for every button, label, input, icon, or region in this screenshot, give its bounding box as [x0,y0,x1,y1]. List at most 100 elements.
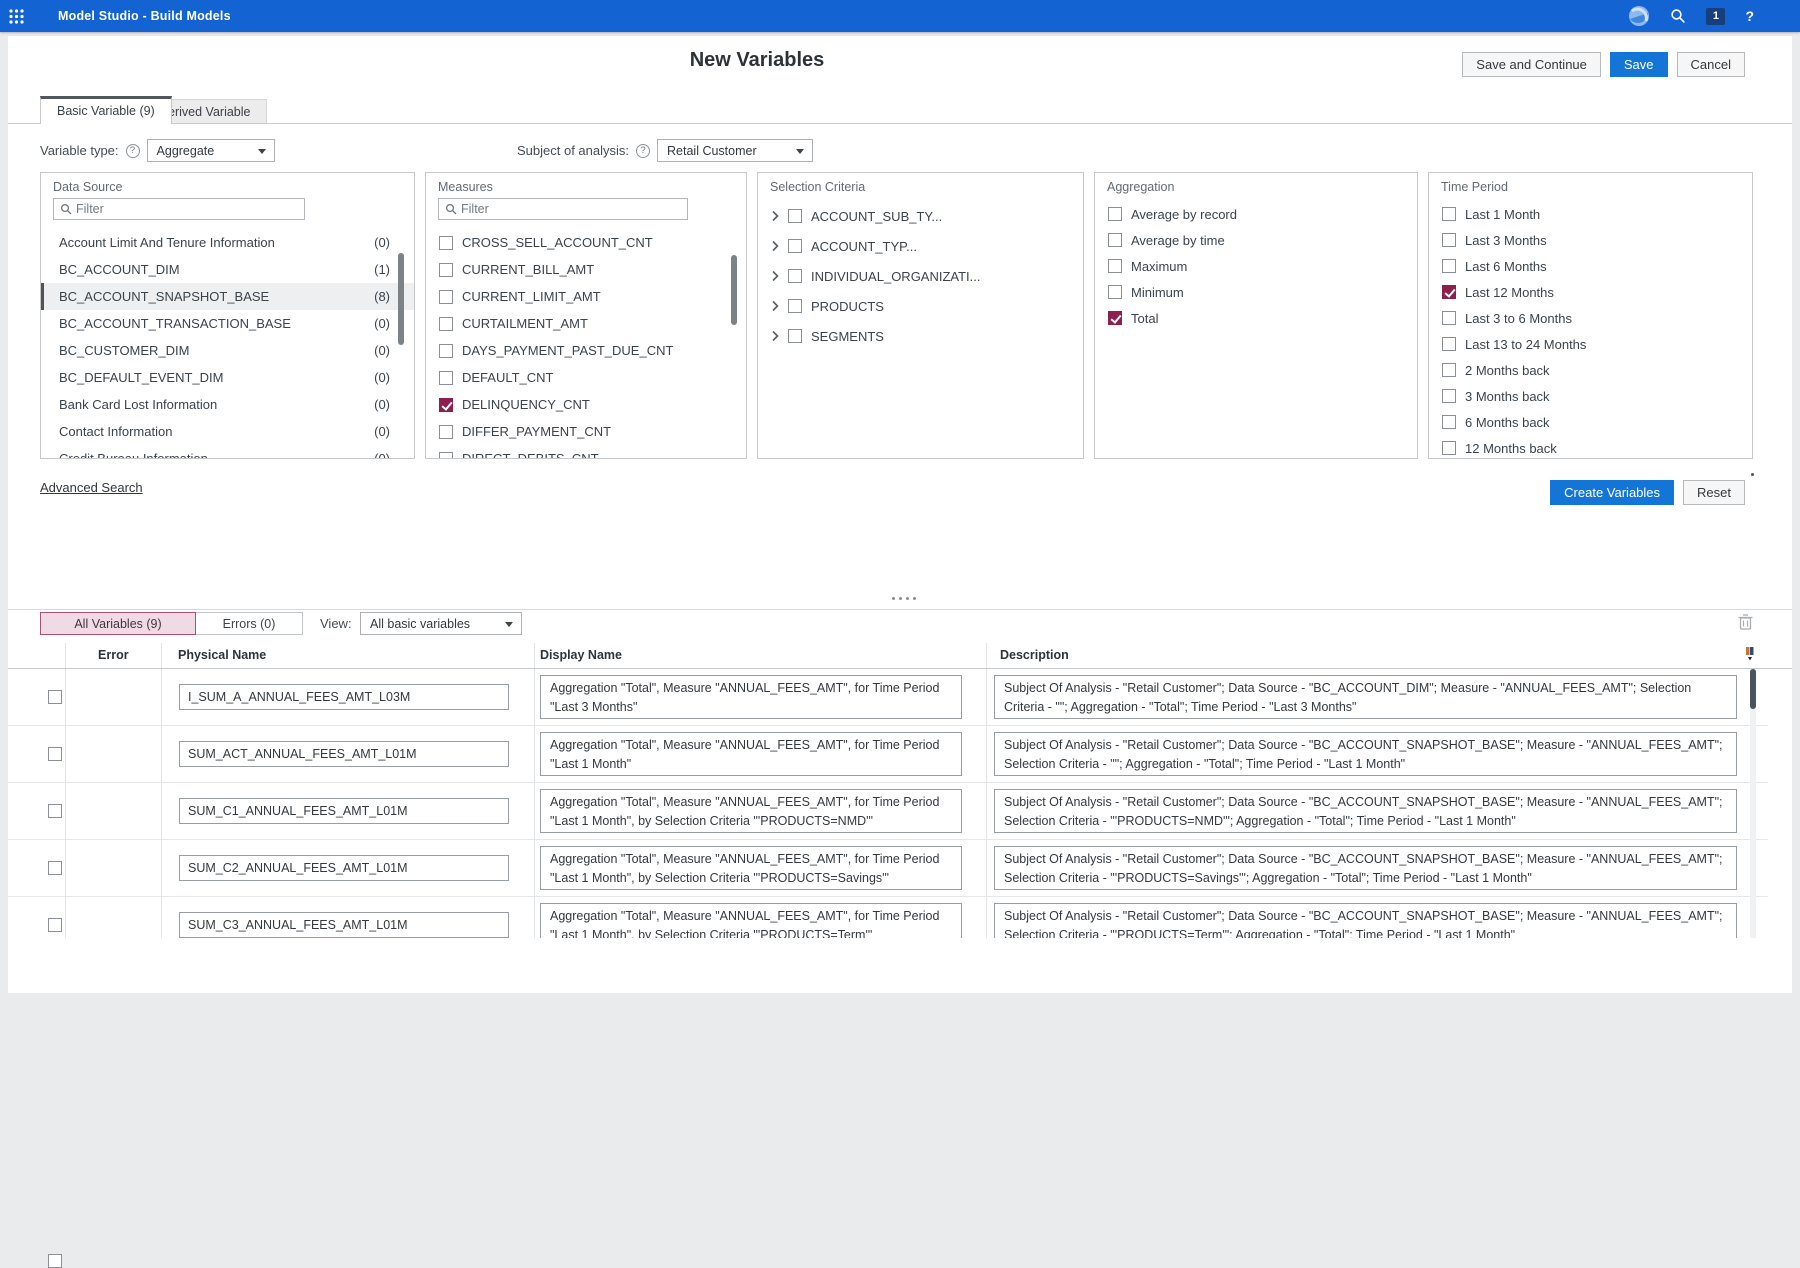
data-source-item[interactable]: BC_ACCOUNT_TRANSACTION_BASE(0) [41,310,414,337]
measure-item[interactable]: DIRECT_DEBITS_CNT [426,445,746,459]
checkbox[interactable] [439,317,453,331]
chevron-right-icon[interactable] [771,300,779,312]
checkbox[interactable] [439,236,453,250]
selection-criteria-item[interactable]: PRODUCTS [758,291,1083,321]
data-source-item-selected[interactable]: BC_ACCOUNT_SNAPSHOT_BASE(8) [41,283,414,310]
physical-name-input[interactable] [179,855,509,881]
display-name-field[interactable]: Aggregation "Total", Measure "ANNUAL_FEE… [540,732,962,776]
measure-item[interactable]: CROSS_SELL_ACCOUNT_CNT [426,229,746,256]
data-source-item[interactable]: BC_CUSTOMER_DIM(0) [41,337,414,364]
variable-type-select[interactable]: Aggregate [147,139,275,162]
description-field[interactable]: Subject Of Analysis - "Retail Customer";… [994,789,1737,833]
row-checkbox[interactable] [48,747,62,761]
checkbox[interactable] [788,239,802,253]
data-source-item[interactable]: Credit Bureau Information(0) [41,445,414,459]
chevron-right-icon[interactable] [771,240,779,252]
chevron-right-icon[interactable] [771,270,779,282]
time-period-item[interactable]: Last 6 Months [1429,253,1752,279]
checkbox[interactable] [439,290,453,304]
tab-errors[interactable]: Errors (0) [195,612,303,635]
description-field[interactable]: Subject Of Analysis - "Retail Customer";… [994,675,1737,719]
delete-icon[interactable] [1737,613,1754,636]
display-name-field[interactable]: Aggregation "Total", Measure "ANNUAL_FEE… [540,903,962,938]
physical-name-input[interactable] [179,798,509,824]
selection-criteria-item[interactable]: SEGMENTS [758,321,1083,351]
row-checkbox[interactable] [48,861,62,875]
data-source-filter-input[interactable] [76,202,304,216]
time-period-item[interactable]: 2 Months back [1429,357,1752,383]
splitter-handle[interactable] [892,597,916,600]
cancel-button[interactable]: Cancel [1677,52,1745,77]
physical-name-input[interactable] [179,912,509,938]
tab-all-variables[interactable]: All Variables (9) [40,612,196,635]
tab-basic-variable[interactable]: Basic Variable (9) [40,96,172,124]
measure-item[interactable]: DELINQUENCY_CNT [426,391,746,418]
measure-item[interactable]: DAYS_PAYMENT_PAST_DUE_CNT [426,337,746,364]
column-alert-icon[interactable] [1745,646,1755,666]
aggregation-item[interactable]: Minimum [1095,279,1417,305]
measure-item[interactable]: DIFFER_PAYMENT_CNT [426,418,746,445]
measure-item[interactable]: DEFAULT_CNT [426,364,746,391]
aggregation-item[interactable]: Maximum [1095,253,1417,279]
checkbox[interactable] [1442,233,1456,247]
checkbox[interactable] [439,425,453,439]
save-button[interactable]: Save [1610,52,1668,77]
checkbox[interactable] [1442,363,1456,377]
description-field[interactable]: Subject Of Analysis - "Retail Customer";… [994,846,1737,890]
time-period-item[interactable]: Last 13 to 24 Months [1429,331,1752,357]
physical-name-input[interactable] [179,741,509,767]
help-icon[interactable]: ? [1745,8,1754,24]
variable-type-info-icon[interactable]: ? [126,144,140,158]
description-field[interactable]: Subject Of Analysis - "Retail Customer";… [994,903,1737,938]
aggregation-item[interactable]: Total [1095,305,1417,331]
advanced-search-link[interactable]: Advanced Search [40,480,143,495]
data-source-item[interactable]: Bank Card Lost Information(0) [41,391,414,418]
checkbox[interactable] [1108,285,1122,299]
chevron-right-icon[interactable] [771,210,779,222]
checkbox[interactable] [788,209,802,223]
table-scrollbar-thumb[interactable] [1750,669,1756,709]
checkbox[interactable] [1442,207,1456,221]
checkbox[interactable] [1442,389,1456,403]
checkbox[interactable] [1442,441,1456,455]
aggregation-item[interactable]: Average by time [1095,227,1417,253]
chevron-right-icon[interactable] [771,330,779,342]
checkbox[interactable] [788,299,802,313]
display-name-field[interactable]: Aggregation "Total", Measure "ANNUAL_FEE… [540,675,962,719]
checkbox[interactable] [788,329,802,343]
data-source-item[interactable]: BC_ACCOUNT_DIM(1) [41,256,414,283]
checkbox[interactable] [439,263,453,277]
checkbox[interactable] [1442,311,1456,325]
select-all-checkbox[interactable] [48,1254,62,1268]
checkbox[interactable] [439,371,453,385]
measure-item[interactable]: CURTAILMENT_AMT [426,310,746,337]
view-select[interactable]: All basic variables [360,612,522,635]
app-launcher-icon[interactable] [0,0,32,32]
time-period-item[interactable]: Last 12 Months [1429,279,1752,305]
time-period-item[interactable]: 12 Months back [1429,435,1752,459]
checkbox[interactable] [1442,415,1456,429]
data-source-scrollbar[interactable] [398,253,404,345]
checkbox-checked[interactable] [1108,311,1122,325]
data-source-item[interactable]: BC_DEFAULT_EVENT_DIM(0) [41,364,414,391]
data-source-item[interactable]: Account Limit And Tenure Information(0) [41,229,414,256]
measures-filter-input[interactable] [461,202,687,216]
time-period-item[interactable]: Last 3 to 6 Months [1429,305,1752,331]
checkbox[interactable] [788,269,802,283]
time-period-item[interactable]: 6 Months back [1429,409,1752,435]
row-checkbox[interactable] [48,918,62,932]
notifications-badge[interactable]: 1 [1706,8,1725,25]
physical-name-input[interactable] [179,684,509,710]
row-checkbox[interactable] [48,690,62,704]
checkbox[interactable] [439,452,453,460]
description-field[interactable]: Subject Of Analysis - "Retail Customer";… [994,732,1737,776]
measure-item[interactable]: CURRENT_LIMIT_AMT [426,283,746,310]
aggregation-item[interactable]: Average by record [1095,201,1417,227]
create-variables-button[interactable]: Create Variables [1550,480,1674,505]
checkbox-checked[interactable] [439,398,453,412]
reset-button[interactable]: Reset [1683,480,1745,505]
checkbox[interactable] [1108,233,1122,247]
display-name-field[interactable]: Aggregation "Total", Measure "ANNUAL_FEE… [540,846,962,890]
selection-criteria-item[interactable]: ACCOUNT_TYP... [758,231,1083,261]
checkbox[interactable] [439,344,453,358]
